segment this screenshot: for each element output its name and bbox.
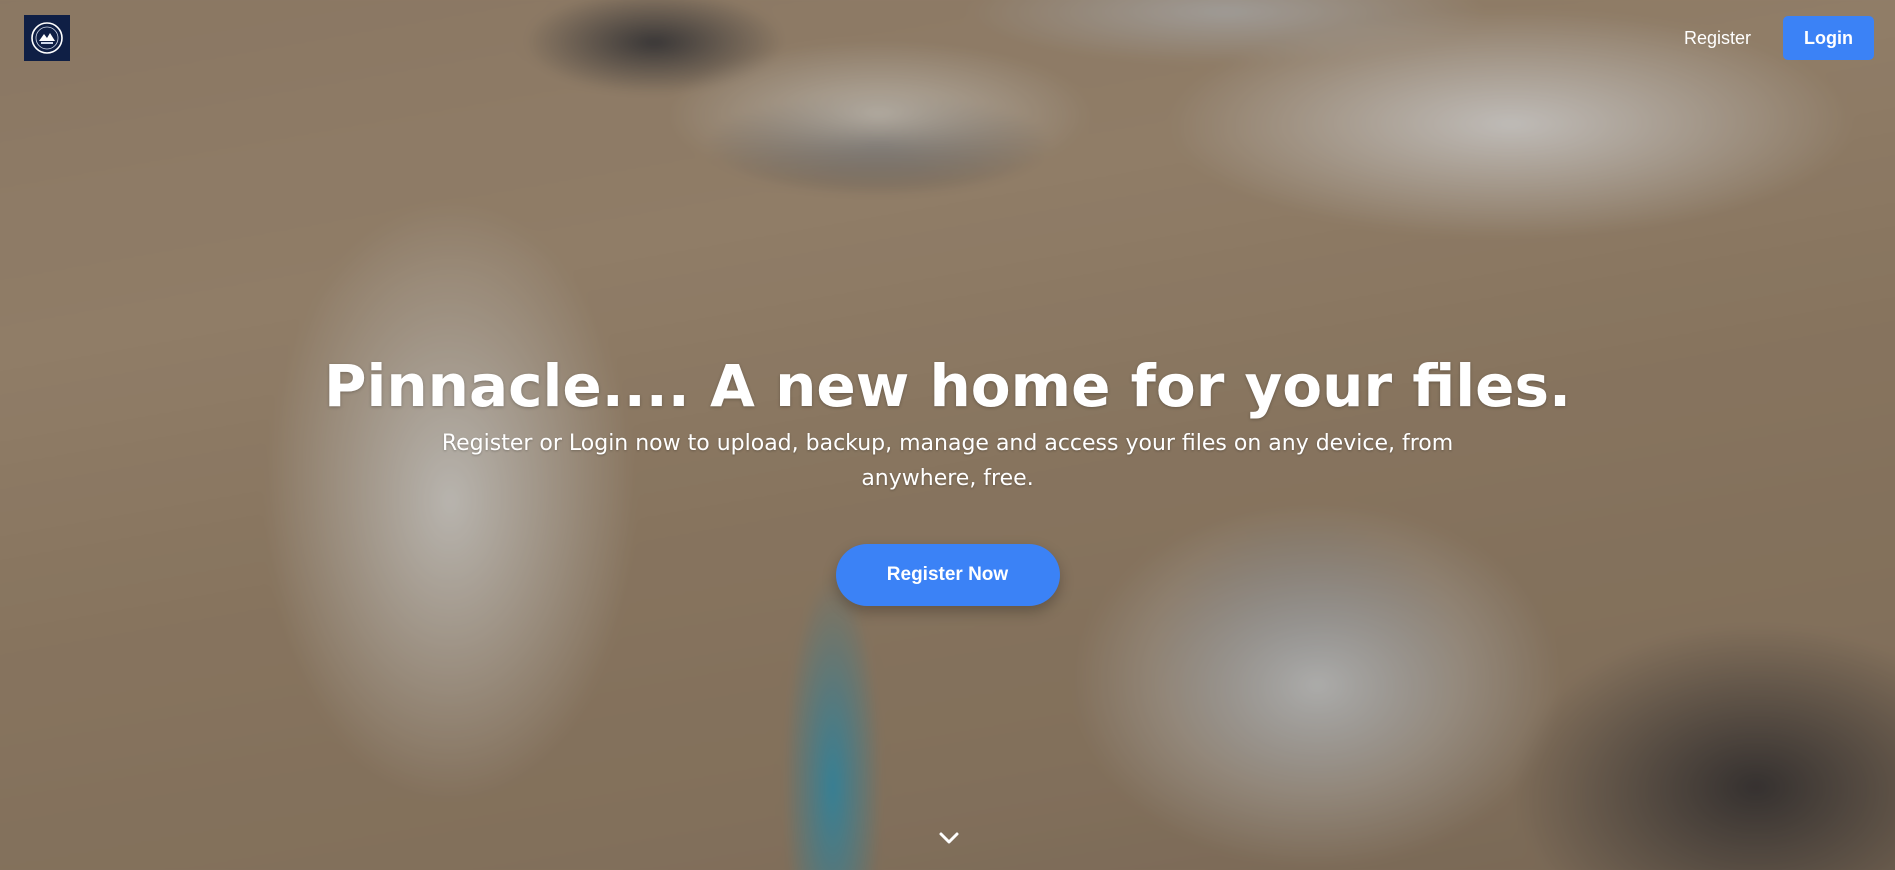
- nav-actions: Register Login: [1684, 16, 1874, 60]
- circle-emblem-logo: [31, 21, 63, 54]
- register-now-button[interactable]: Register Now: [835, 544, 1060, 606]
- register-link[interactable]: Register: [1684, 28, 1751, 49]
- hero-title: Pinnacle.... A new home for your files.: [324, 352, 1571, 420]
- hero-section: Pinnacle.... A new home for your files. …: [0, 350, 1895, 606]
- chevron-down-icon[interactable]: [937, 826, 961, 850]
- site-logo[interactable]: [24, 14, 70, 61]
- navbar: Register Login: [0, 0, 1895, 76]
- hero-subtitle: Register or Login now to upload, backup,…: [441, 431, 1454, 491]
- login-button[interactable]: Login: [1783, 16, 1874, 60]
